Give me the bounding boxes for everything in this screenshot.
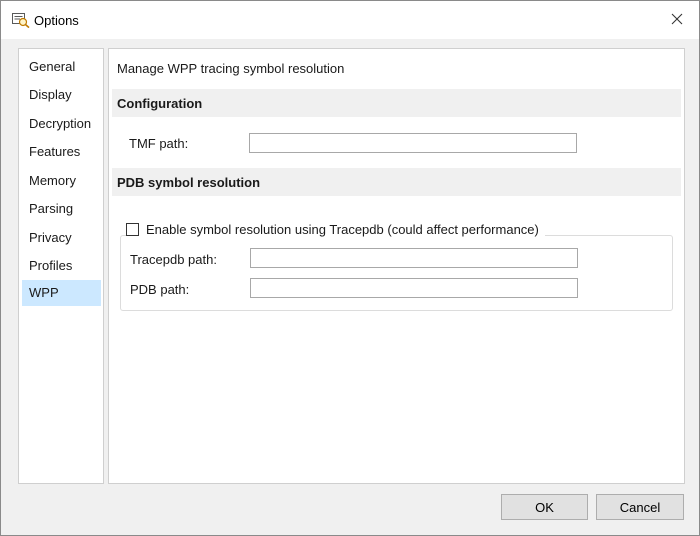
- section-title: Configuration: [117, 96, 203, 111]
- tracepdb-path-input[interactable]: [250, 248, 578, 268]
- ok-button[interactable]: OK: [501, 494, 588, 520]
- settings-panel: Manage WPP tracing symbol resolution Con…: [108, 48, 685, 484]
- enable-symbol-resolution-checkbox[interactable]: [126, 222, 139, 236]
- symbol-resolution-groupbox: [120, 235, 673, 311]
- sidebar-item-decryption[interactable]: Decryption: [22, 111, 101, 137]
- close-button[interactable]: [655, 1, 699, 39]
- options-dialog: Options General Display Decryption Featu…: [0, 0, 700, 536]
- tracepdb-path-label: Tracepdb path:: [130, 252, 217, 267]
- window-title: Options: [34, 13, 79, 28]
- pdb-section-header: PDB symbol resolution: [112, 168, 681, 196]
- title-bar: Options: [1, 1, 699, 39]
- sidebar-item-profiles[interactable]: Profiles: [22, 253, 101, 279]
- category-list: General Display Decryption Features Memo…: [18, 48, 104, 484]
- sidebar-item-parsing[interactable]: Parsing: [22, 196, 101, 222]
- configuration-section-header: Configuration: [112, 89, 681, 117]
- sidebar-item-privacy[interactable]: Privacy: [22, 225, 101, 251]
- sidebar-item-general[interactable]: General: [22, 54, 101, 80]
- cancel-button[interactable]: Cancel: [596, 494, 684, 520]
- pdb-path-input[interactable]: [250, 278, 578, 298]
- close-icon: [671, 13, 683, 28]
- tmf-path-label: TMF path:: [129, 136, 189, 151]
- section-title: PDB symbol resolution: [117, 175, 261, 190]
- tmf-path-input[interactable]: [249, 133, 577, 153]
- pdb-path-label: PDB path:: [130, 282, 190, 297]
- sidebar-item-display[interactable]: Display: [22, 82, 101, 108]
- symbol-resolution-toggle: Enable symbol resolution using Tracepdb …: [126, 221, 545, 237]
- sidebar-item-wpp[interactable]: WPP: [22, 280, 101, 306]
- enable-symbol-resolution-label: Enable symbol resolution using Tracepdb …: [146, 221, 539, 237]
- options-icon: [12, 12, 30, 29]
- sidebar-item-features[interactable]: Features: [22, 139, 101, 165]
- page-title: Manage WPP tracing symbol resolution: [117, 61, 345, 76]
- sidebar-item-memory[interactable]: Memory: [22, 168, 101, 194]
